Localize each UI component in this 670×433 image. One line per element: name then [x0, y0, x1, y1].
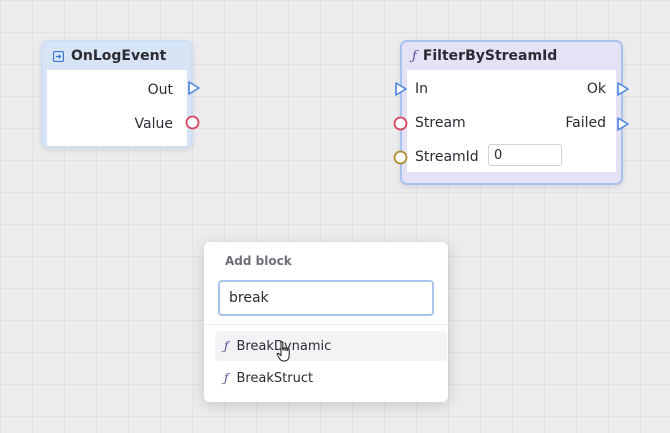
pin-label-value: Value — [134, 116, 173, 132]
pin-label-in: In — [415, 81, 429, 97]
function-icon: ƒ — [224, 371, 229, 385]
event-icon — [53, 50, 64, 62]
pin-label-out: Out — [147, 82, 173, 98]
pin-label-failed: Failed — [565, 115, 606, 131]
exec-pin-ok[interactable] — [616, 82, 630, 96]
pin-label-streamid: StreamId — [415, 149, 479, 165]
filterbystreamid-node[interactable]: ƒ FilterByStreamId In Ok Stream Failed S… — [400, 40, 623, 185]
add-block-title: Add block — [225, 254, 292, 268]
streamid-input[interactable] — [488, 144, 562, 166]
divider — [204, 324, 448, 325]
onlogevent-node-title: OnLogEvent — [71, 48, 167, 64]
function-icon: ƒ — [412, 48, 417, 64]
filterbystreamid-node-body: In Ok Stream Failed StreamId — [407, 70, 616, 172]
data-pin-value[interactable] — [185, 115, 200, 130]
result-item-breakdynamic[interactable]: ƒ BreakDynamic — [215, 331, 447, 361]
exec-pin-out[interactable] — [187, 81, 201, 95]
data-pin-stream[interactable] — [393, 116, 408, 131]
onlogevent-node-header[interactable]: OnLogEvent — [43, 42, 191, 70]
pin-label-stream: Stream — [415, 115, 466, 131]
pin-label-ok: Ok — [586, 81, 606, 97]
exec-pin-failed[interactable] — [616, 117, 630, 131]
onlogevent-node-body: Out Value — [47, 70, 187, 146]
exec-pin-in[interactable] — [394, 82, 408, 96]
filterbystreamid-node-title: FilterByStreamId — [422, 48, 558, 64]
data-pin-streamid[interactable] — [393, 150, 408, 165]
result-item-label: BreakStruct — [236, 370, 314, 386]
result-item-breakstruct[interactable]: ƒ BreakStruct — [215, 363, 447, 393]
add-block-search-input[interactable] — [218, 280, 434, 316]
filterbystreamid-node-header[interactable]: ƒ FilterByStreamId — [402, 42, 621, 70]
onlogevent-node[interactable]: OnLogEvent Out Value — [41, 40, 193, 148]
hand-cursor-icon — [276, 341, 290, 362]
function-icon: ƒ — [224, 339, 229, 353]
add-block-popup: Add block ƒ BreakDynamic ƒ BreakStruct — [204, 242, 448, 402]
